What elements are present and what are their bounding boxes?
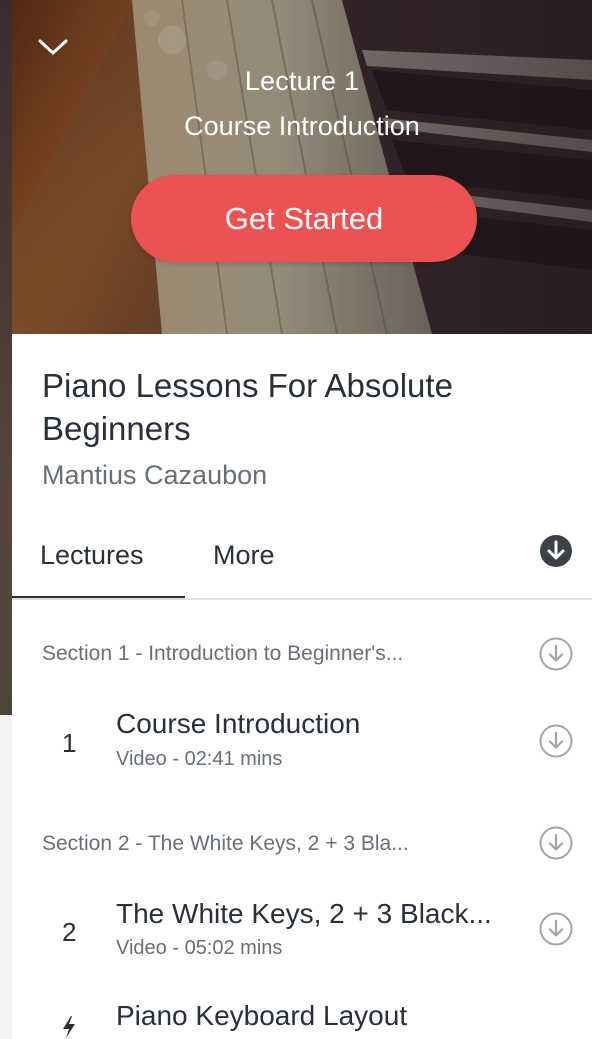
tab-more[interactable]: More	[213, 540, 275, 571]
lecture-preview-hero[interactable]: Lecture 1 Course Introduction Get Starte…	[12, 0, 592, 334]
lecture-number: 1	[62, 728, 77, 758]
download-all-icon[interactable]	[538, 533, 574, 569]
lecture-number-label: Lecture 1	[244, 66, 360, 96]
lecture-title: The White Keys, 2 + 3 Black...	[116, 898, 492, 929]
download-lecture-icon[interactable]	[538, 911, 574, 947]
tabs-divider	[12, 598, 592, 600]
download-section-icon[interactable]	[538, 825, 574, 861]
course-title: Piano Lessons For Absolute Beginners	[42, 367, 453, 447]
hero-overlay	[12, 0, 592, 334]
lecture-meta: Video - 05:02 mins	[116, 937, 283, 959]
lecture-number: 2	[62, 917, 77, 947]
course-tabs: Lectures More	[12, 528, 592, 600]
download-section-icon[interactable]	[538, 636, 574, 672]
background-app-edge-lower	[0, 715, 12, 1039]
get-started-button[interactable]: Get Started	[131, 175, 477, 262]
tab-lectures[interactable]: Lectures	[40, 540, 144, 571]
lecture-title: Course Introduction	[116, 708, 361, 739]
lecture-meta: Video - 02:41 mins	[116, 748, 283, 770]
download-lecture-icon[interactable]	[538, 723, 574, 759]
lecture-title-label: Course Introduction	[184, 111, 420, 141]
background-app-edge	[0, 0, 12, 715]
course-sheet: Lecture 1 Course Introduction Get Starte…	[12, 0, 592, 1039]
lecture-title: Piano Keyboard Layout	[116, 1000, 408, 1031]
course-player-screen: Lecture 1 Course Introduction Get Starte…	[0, 0, 592, 1039]
bolt-icon	[63, 1016, 75, 1038]
section-header: Section 2 - The White Keys, 2 + 3 Bla...	[42, 832, 409, 855]
instructor-name[interactable]: Mantius Cazaubon	[42, 460, 267, 491]
chevron-down-icon[interactable]	[36, 36, 70, 58]
section-header: Section 1 - Introduction to Beginner's..…	[42, 642, 404, 665]
